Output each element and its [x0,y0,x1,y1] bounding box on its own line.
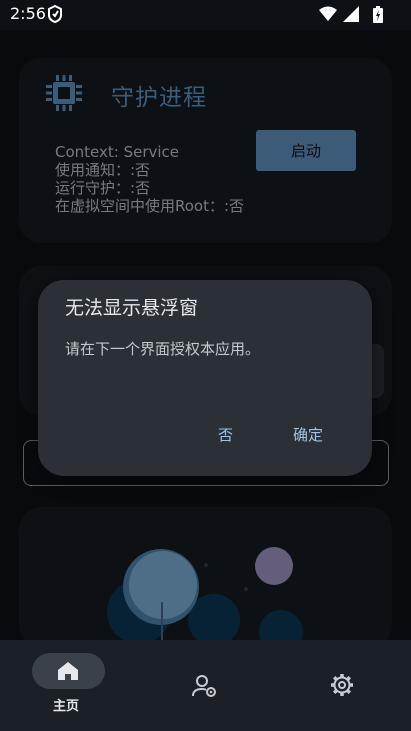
dialog-message: 请在下一个界面授权本应用。 [65,340,261,358]
dialog-confirm-button[interactable]: 确定 [285,420,331,449]
settings-icon[interactable] [330,673,354,697]
dialog-title: 无法显示悬浮窗 [65,297,199,319]
battery-icon [373,6,383,23]
bottom-navigation: 主页 [0,640,411,731]
overlay-permission-dialog: 无法显示悬浮窗 请在下一个界面授权本应用。 否 确定 [38,280,372,476]
app-notification-icon [48,5,62,23]
dialog-no-button[interactable]: 否 [210,420,241,449]
home-icon [58,662,78,680]
signal-icon [343,6,359,22]
wifi-icon [319,6,337,21]
profile-gear-icon[interactable] [192,674,218,698]
nav-home-label: 主页 [53,699,80,714]
status-time: 2:56 [10,4,46,23]
status-bar: 2:56 [0,0,411,30]
